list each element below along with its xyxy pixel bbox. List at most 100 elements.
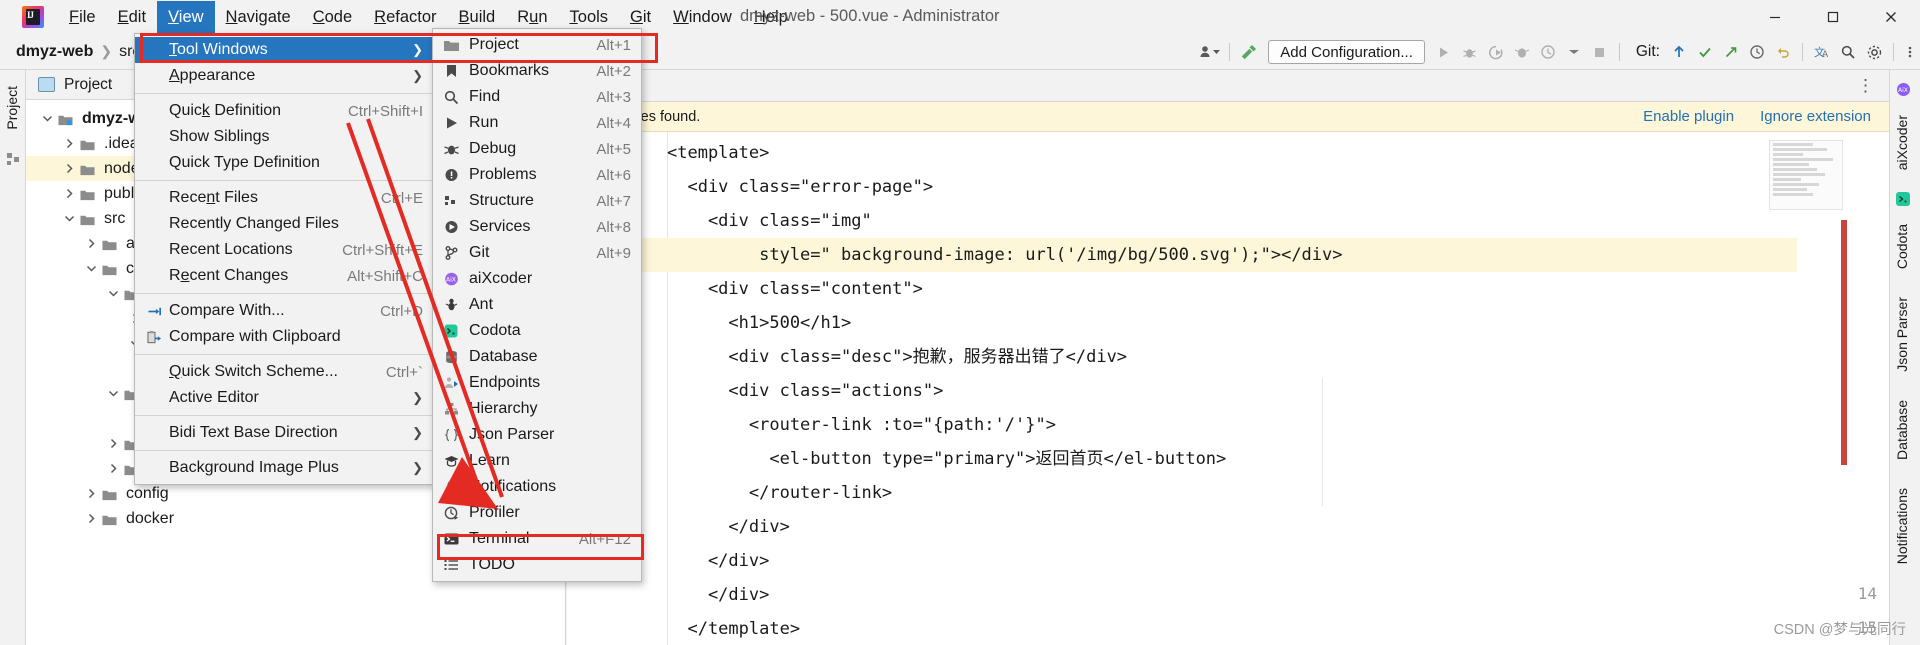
code-line[interactable]: </template> — [667, 612, 800, 645]
chevron-down-icon[interactable] — [40, 112, 54, 126]
search-everywhere-icon[interactable] — [1835, 34, 1861, 70]
ignore-extension-link[interactable]: Ignore extension — [1760, 108, 1871, 125]
code-line[interactable]: <template> — [667, 136, 769, 170]
tool-window-item-endpoints[interactable]: Endpoints — [433, 370, 641, 396]
code-line[interactable]: </div> — [667, 544, 769, 578]
menu-code[interactable]: Code — [302, 1, 363, 33]
editor-more-icon[interactable]: ⋮ — [1857, 76, 1875, 96]
stop-icon[interactable] — [1587, 34, 1613, 70]
sidebar-tab-notifications[interactable]: Notifications — [1890, 478, 1914, 574]
breadcrumb-project[interactable]: dmyz-web — [16, 43, 93, 61]
more-icon[interactable] — [1900, 34, 1920, 70]
tool-window-item-git[interactable]: Git Alt+9 — [433, 240, 641, 266]
chevron-down-icon[interactable] — [84, 262, 98, 276]
notification-actions[interactable]: Enable plugin Ignore extension — [1643, 108, 1871, 125]
tool-window-item-debug[interactable]: Debug Alt+5 — [433, 136, 641, 162]
close-icon[interactable] — [1862, 0, 1920, 34]
view-menu-item-quick-definition[interactable]: Quick Definition Ctrl+Shift+I — [135, 98, 433, 124]
debug-icon[interactable] — [1457, 34, 1483, 70]
menu-bar[interactable]: File Edit View Navigate Code Refactor Bu… — [58, 0, 799, 34]
editor-minimap[interactable] — [1769, 140, 1843, 210]
profiler-attach-icon[interactable] — [1509, 34, 1535, 70]
tool-window-item-json-parser[interactable]: Json Parser — [433, 422, 641, 448]
view-menu-item-show-siblings[interactable]: Show Siblings — [135, 124, 433, 150]
settings-gear-icon[interactable] — [1861, 34, 1887, 70]
menu-edit[interactable]: Edit — [107, 1, 157, 33]
view-menu-item-quick-type-definition[interactable]: Quick Type Definition — [135, 150, 433, 176]
tool-window-item-hierarchy[interactable]: Hierarchy — [433, 396, 641, 422]
enable-plugin-link[interactable]: Enable plugin — [1643, 108, 1734, 125]
view-menu-item-appearance[interactable]: Appearance ❯ — [135, 63, 433, 89]
view-menu-item-tool-windows[interactable]: Tool Windows ❯ — [135, 37, 433, 63]
code-line[interactable]: style=" background-image: url('/img/bg/5… — [567, 238, 1797, 272]
menu-navigate[interactable]: Navigate — [215, 1, 302, 33]
code-line[interactable]: <router-link :to="{path:'/'}"> — [667, 408, 1056, 442]
breadcrumb[interactable]: dmyz-web ❯ src — [0, 43, 140, 61]
history-icon[interactable] — [1744, 34, 1770, 70]
tool-window-item-ant[interactable]: Ant — [433, 292, 641, 318]
git-update-icon[interactable] — [1666, 34, 1692, 70]
sidebar-tab-codota[interactable]: Codota — [1890, 214, 1914, 279]
sidebar-tab-database[interactable]: Database — [1890, 390, 1914, 470]
tool-window-item-notifications[interactable]: Notifications — [433, 474, 641, 500]
tool-window-item-run[interactable]: Run Alt+4 — [433, 110, 641, 136]
view-menu-item-recent-changes[interactable]: Recent Changes Alt+Shift+C — [135, 263, 433, 289]
chevron-down-icon[interactable] — [106, 387, 120, 401]
run-coverage-icon[interactable] — [1483, 34, 1509, 70]
aixcoder-icon[interactable]: AiX — [1890, 82, 1916, 97]
tool-window-item-structure[interactable]: Structure Alt+7 — [433, 188, 641, 214]
tool-window-item-todo[interactable]: TODO — [433, 552, 641, 578]
menu-view[interactable]: View — [157, 1, 215, 33]
code-line[interactable]: </router-link> — [667, 476, 892, 510]
git-commit-icon[interactable] — [1692, 34, 1718, 70]
tool-window-item-find[interactable]: Find Alt+3 — [433, 84, 641, 110]
sidebar-tab-json-parser[interactable]: Json Parser — [1890, 287, 1914, 382]
chevron-right-icon[interactable] — [106, 437, 120, 451]
code-line[interactable]: <div class="desc">抱歉，服务器出错了</div> — [667, 340, 1127, 374]
code-editor[interactable]: ✔ <template> <div class="error-page"> <d… — [567, 132, 1889, 645]
tool-window-item-profiler[interactable]: Profiler — [433, 500, 641, 526]
undo-icon[interactable] — [1770, 34, 1796, 70]
view-menu-item-active-editor[interactable]: Active Editor ❯ — [135, 385, 433, 411]
menu-file[interactable]: File — [58, 1, 107, 33]
view-menu-item-compare-with[interactable]: Compare With... Ctrl+D — [135, 298, 433, 324]
tool-window-item-project[interactable]: Project Alt+1 — [433, 32, 641, 58]
code-line[interactable]: <div class="actions"> — [667, 374, 943, 408]
code-line[interactable]: </div> — [667, 578, 769, 612]
chevron-right-icon[interactable] — [84, 512, 98, 526]
tool-window-item-codota[interactable]: Codota — [433, 318, 641, 344]
view-menu-item-recently-changed-files[interactable]: Recently Changed Files — [135, 211, 433, 237]
view-menu-item-recent-files[interactable]: Recent Files Ctrl+E — [135, 185, 433, 211]
chevron-down-icon[interactable] — [106, 287, 120, 301]
editor-scrollbar[interactable] — [1841, 220, 1847, 465]
code-line[interactable]: <h1>500</h1> — [667, 306, 851, 340]
code-line[interactable]: <div class="error-page"> — [667, 170, 933, 204]
chevron-down-icon[interactable] — [62, 212, 76, 226]
chevron-right-icon[interactable] — [62, 187, 76, 201]
tool-window-item-problems[interactable]: Problems Alt+6 — [433, 162, 641, 188]
code-line[interactable]: <el-button type="primary">返回首页</el-butto… — [667, 442, 1226, 476]
tool-window-item-services[interactable]: Services Alt+8 — [433, 214, 641, 240]
window-controls[interactable] — [1746, 0, 1920, 34]
code-line[interactable]: </div> — [667, 510, 789, 544]
menu-window[interactable]: Window — [662, 1, 743, 33]
view-menu-item-background-image-plus[interactable]: Background Image Plus ❯ — [135, 455, 433, 481]
tool-window-item-database[interactable]: Database — [433, 344, 641, 370]
view-menu-item-quick-switch-scheme[interactable]: Quick Switch Scheme... Ctrl+` — [135, 359, 433, 385]
chevron-right-icon[interactable] — [84, 487, 98, 501]
view-menu-item-compare-with-clipboard[interactable]: Compare with Clipboard — [135, 324, 433, 350]
run-icon[interactable] — [1431, 34, 1457, 70]
translate-icon[interactable]: 文A — [1809, 34, 1835, 70]
view-menu-item-bidi-text-base-direction[interactable]: Bidi Text Base Direction ❯ — [135, 420, 433, 446]
chevron-right-icon[interactable] — [106, 462, 120, 476]
sidebar-tab-aixcoder[interactable]: aiXcoder — [1890, 105, 1914, 180]
structure-icon[interactable] — [0, 152, 26, 166]
code-line[interactable]: <div class="content"> — [667, 272, 923, 306]
chevron-right-icon[interactable] — [84, 237, 98, 251]
add-configuration-button[interactable]: Add Configuration... — [1268, 40, 1425, 64]
profiler-icon[interactable] — [1535, 34, 1561, 70]
tool-window-item-learn[interactable]: Learn — [433, 448, 641, 474]
minimize-icon[interactable] — [1746, 0, 1804, 34]
tool-window-item-bookmarks[interactable]: Bookmarks Alt+2 — [433, 58, 641, 84]
chevron-right-icon[interactable] — [62, 137, 76, 151]
